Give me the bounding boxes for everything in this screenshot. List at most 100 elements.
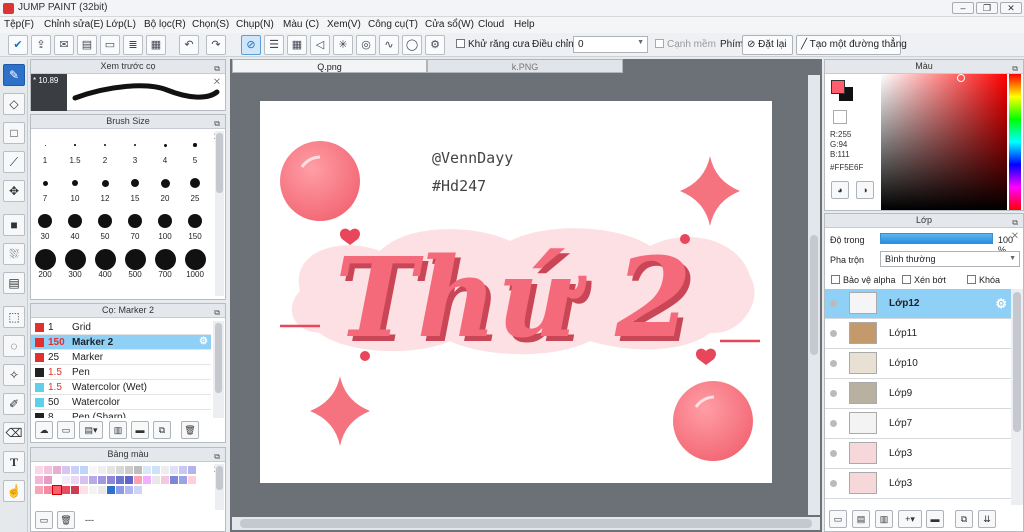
palette-swatch[interactable] bbox=[53, 476, 61, 484]
layer-row[interactable]: Lớp7 bbox=[825, 409, 1023, 439]
select-rect-tool-icon[interactable]: ⬚ bbox=[3, 306, 25, 328]
foreground-color-swatch[interactable] bbox=[831, 80, 845, 94]
hue-slider[interactable] bbox=[1009, 74, 1021, 210]
palette-swatch[interactable] bbox=[71, 476, 79, 484]
curve-icon[interactable]: ∿ bbox=[379, 35, 399, 55]
brush-size-dot[interactable] bbox=[124, 248, 146, 270]
palette-swatch[interactable] bbox=[62, 486, 70, 494]
list-icon[interactable]: ≣ bbox=[123, 35, 143, 55]
palette-swatch[interactable] bbox=[143, 476, 151, 484]
layer-row[interactable]: Lớp9 bbox=[825, 379, 1023, 409]
visibility-icon[interactable] bbox=[830, 480, 837, 487]
tab-q-png[interactable]: Q.png bbox=[232, 59, 427, 73]
saturation-value-picker[interactable] bbox=[881, 74, 1007, 210]
palette-swatch[interactable] bbox=[125, 486, 133, 494]
smooth-edge-toggle[interactable]: Cạnh mềm bbox=[655, 39, 716, 50]
brush-size-dot[interactable] bbox=[193, 143, 197, 147]
brush-size-dot[interactable] bbox=[158, 214, 172, 228]
palette-swatch[interactable] bbox=[35, 466, 43, 474]
opacity-slider[interactable] bbox=[880, 233, 993, 244]
gradient-tool-icon[interactable]: ▤ bbox=[3, 272, 25, 294]
blend-mode-select[interactable]: Bình thường ▼ bbox=[880, 251, 1020, 267]
layer-settings-icon[interactable]: ⚙ bbox=[995, 296, 1007, 312]
palette-swatch[interactable] bbox=[188, 466, 196, 474]
close-button[interactable]: ✕ bbox=[1000, 2, 1022, 14]
palette-swatch[interactable] bbox=[161, 476, 169, 484]
perspective-icon[interactable]: ◁ bbox=[310, 35, 330, 55]
palette-swatch[interactable] bbox=[107, 476, 115, 484]
brush-list-item[interactable]: 25 Marker bbox=[31, 350, 211, 365]
brush-size-dot[interactable] bbox=[64, 248, 86, 270]
scroll-thumb[interactable] bbox=[810, 235, 818, 355]
visibility-icon[interactable] bbox=[830, 390, 837, 397]
brush-settings-icon[interactable]: ▥ bbox=[109, 421, 127, 439]
layer-row[interactable]: Lớp3 bbox=[825, 469, 1023, 499]
palette-swatch[interactable] bbox=[35, 486, 43, 494]
palette-scrollbar[interactable] bbox=[215, 464, 224, 510]
concentric-icon[interactable]: ◎ bbox=[356, 35, 376, 55]
ellipse-icon[interactable]: ◯ bbox=[402, 35, 422, 55]
palette-swatch[interactable] bbox=[98, 476, 106, 484]
palette-swatch[interactable] bbox=[53, 466, 61, 474]
adjust-input[interactable]: 0 ▼ bbox=[573, 36, 648, 53]
delete-palette-icon[interactable]: 🗑 bbox=[57, 511, 75, 529]
brush-menu-icon[interactable]: ▤▾ bbox=[79, 421, 103, 439]
brush-size-dot[interactable] bbox=[188, 214, 202, 228]
panel-buttons-icon[interactable]: ⧉ ✕ bbox=[202, 306, 222, 330]
lasso-tool-icon[interactable]: ◌ bbox=[3, 335, 25, 357]
canvas-vertical-scrollbar[interactable] bbox=[808, 75, 820, 515]
palette-swatch[interactable] bbox=[80, 466, 88, 474]
minimize-button[interactable]: – bbox=[952, 2, 974, 14]
grid-panel-icon[interactable]: ▦ bbox=[146, 35, 166, 55]
palette-swatch[interactable] bbox=[44, 476, 52, 484]
brush-size-dot[interactable] bbox=[104, 144, 106, 146]
new-layer-icon[interactable]: ▭ bbox=[829, 510, 847, 528]
canvas-paper[interactable]: Thứ 2 Thứ 2 @VennDayy #Hd247 bbox=[260, 101, 772, 483]
palette-swatch[interactable] bbox=[52, 485, 62, 495]
maximize-button[interactable]: ❐ bbox=[976, 2, 998, 14]
palette-swatch[interactable] bbox=[44, 466, 52, 474]
antialias-checkbox[interactable] bbox=[456, 39, 465, 48]
brush-folder-icon[interactable]: ▬ bbox=[131, 421, 149, 439]
brush-size-dot[interactable] bbox=[72, 180, 78, 186]
protect-alpha-checkbox[interactable] bbox=[831, 275, 840, 284]
brush-cloud-icon[interactable]: ☁ bbox=[35, 421, 53, 439]
palette-swatch[interactable] bbox=[125, 466, 133, 474]
scroll-thumb[interactable] bbox=[216, 133, 223, 193]
palette-swatch[interactable] bbox=[35, 476, 43, 484]
menu-view[interactable]: Xem(V) bbox=[327, 19, 361, 30]
brush-size-dot[interactable] bbox=[101, 179, 109, 187]
brush-size-dot[interactable] bbox=[74, 144, 76, 146]
document-icon[interactable]: ▭ bbox=[100, 35, 120, 55]
comment-icon[interactable]: ✉ bbox=[54, 35, 74, 55]
palette-swatch[interactable] bbox=[152, 476, 160, 484]
redo-icon[interactable]: ↷ bbox=[206, 35, 226, 55]
antialias-toggle[interactable]: Khử răng cưa bbox=[456, 39, 530, 50]
panel-buttons-icon[interactable]: ⧉ ✕ bbox=[202, 450, 222, 474]
palette-swatch[interactable] bbox=[161, 466, 169, 474]
rectangle-tool-icon[interactable]: □ bbox=[3, 122, 25, 144]
palette-swatch[interactable] bbox=[62, 466, 70, 474]
protect-alpha-toggle[interactable]: Bảo vệ alpha bbox=[831, 275, 896, 285]
layer-row[interactable]: Lớp10 bbox=[825, 349, 1023, 379]
export-icon[interactable]: ⇪ bbox=[31, 35, 51, 55]
menu-layer[interactable]: Lớp(L) bbox=[106, 19, 136, 30]
brush-size-dot[interactable] bbox=[190, 178, 200, 188]
brush-size-dot[interactable] bbox=[163, 143, 167, 147]
brush-list-item[interactable]: 50 Watercolor bbox=[31, 395, 211, 410]
brush-size-dot[interactable] bbox=[94, 248, 116, 270]
palette-swatch[interactable] bbox=[134, 466, 142, 474]
eyedropper-icon[interactable]: ◑ bbox=[856, 181, 874, 199]
layer-folder-icon[interactable]: ▬ bbox=[926, 510, 944, 528]
panel-buttons-icon[interactable]: ⧉ ✕ bbox=[202, 117, 222, 141]
brush-list-item[interactable]: 8 Pen (Sharp) bbox=[31, 410, 211, 418]
select-pen-tool-icon[interactable]: ✐ bbox=[3, 393, 25, 415]
undo-icon[interactable]: ↶ bbox=[179, 35, 199, 55]
layer-scrollbar[interactable] bbox=[1011, 289, 1023, 505]
scroll-thumb[interactable] bbox=[216, 466, 223, 490]
palette-swatch[interactable] bbox=[143, 466, 151, 474]
palette-swatch[interactable] bbox=[170, 476, 178, 484]
settings-gear-icon[interactable]: ⚙ bbox=[425, 35, 445, 55]
panel-buttons-icon[interactable]: ⧉ ✕ bbox=[202, 62, 222, 86]
text-tool-icon[interactable]: T bbox=[3, 451, 25, 473]
